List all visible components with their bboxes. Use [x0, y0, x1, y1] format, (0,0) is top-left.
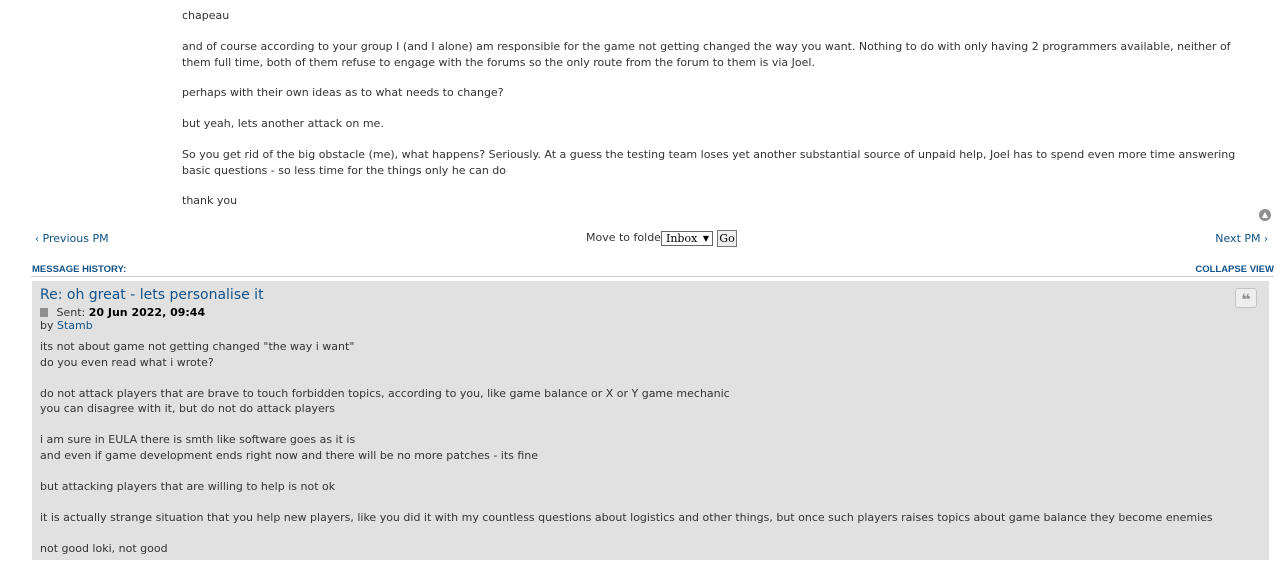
post-line: not good loki, not good — [40, 541, 168, 555]
message-paragraph: and of course according to your group I … — [182, 40, 1231, 69]
message-history-header: MESSAGE HISTORY: COLLAPSE VIEW — [31, 262, 1274, 277]
sent-date: 20 Jun 2022, 09:44 — [88, 306, 206, 319]
post-author-line: by Stamb — [40, 319, 93, 332]
message-history-title: MESSAGE HISTORY: — [32, 264, 127, 275]
folder-select[interactable]: Inbox ▼ — [661, 231, 713, 246]
post-line: and even if game development ends right … — [40, 448, 539, 462]
post-paragraph: do not attack players that are brave to … — [40, 386, 1260, 417]
post-line: but attacking players that are willing t… — [40, 479, 336, 493]
post-paragraph: i am sure in EULA there is smth like sof… — [40, 432, 1260, 463]
post-paragraph: but attacking players that are willing t… — [40, 479, 1260, 495]
by-label: by — [40, 319, 54, 332]
post-author-link[interactable]: Stamb — [57, 319, 93, 332]
post-paragraph: it is actually strange situation that yo… — [40, 510, 1260, 526]
folder-select-value: Inbox — [666, 232, 698, 245]
message-paragraph: but yeah, lets another attack on me. — [182, 117, 384, 130]
pm-navigation: ‹ Previous PM Move to folder: Inbox ▼ Go… — [0, 230, 1280, 248]
message-paragraph: chapeau — [182, 9, 230, 22]
chevron-left-icon: ‹ — [35, 234, 39, 245]
sent-label: Sent: — [56, 306, 86, 319]
post-line: its not about game not getting changed "… — [40, 340, 355, 353]
message-paragraph: perhaps with their own ideas as to what … — [182, 86, 504, 99]
post-sent-line: Sent: 20 Jun 2022, 09:44 — [40, 306, 205, 319]
chevron-right-icon: › — [1264, 234, 1268, 245]
post-title[interactable]: Re: oh great - lets personalise it — [40, 287, 264, 303]
chevron-down-icon: ▼ — [702, 234, 709, 243]
previous-pm-label: Previous PM — [42, 232, 109, 245]
collapse-view-link[interactable]: COLLAPSE VIEW — [1195, 264, 1274, 275]
post-content: its not about game not getting changed "… — [40, 339, 1260, 572]
arrow-up-circle-icon[interactable]: ▲ — [1259, 209, 1271, 221]
post-line: you can disagree with it, but do not do … — [40, 402, 335, 415]
document-icon — [40, 308, 48, 317]
go-button[interactable]: Go — [717, 230, 737, 247]
next-pm-label: Next PM — [1215, 232, 1261, 245]
message-paragraph: So you get rid of the big obstacle (me),… — [182, 148, 1236, 177]
quote-icon[interactable]: ❝ — [1235, 288, 1257, 309]
post-line: it is actually strange situation that yo… — [40, 510, 1213, 524]
post-paragraph: its not about game not getting changed "… — [40, 339, 1260, 370]
post-line: i am sure in EULA there is smth like sof… — [40, 433, 356, 446]
next-pm-link[interactable]: Next PM › — [1215, 232, 1268, 245]
history-post: Re: oh great - lets personalise it ❝ Sen… — [32, 281, 1269, 560]
post-line: do not attack players that are brave to … — [40, 386, 730, 400]
post-paragraph: not good loki, not good — [40, 541, 1260, 557]
move-to-folder-label: Move to folder: — [586, 231, 669, 244]
message-paragraph: thank you — [182, 194, 238, 207]
previous-pm-link[interactable]: ‹ Previous PM — [35, 232, 109, 245]
post-line: do you even read what i wrote? — [40, 355, 214, 369]
